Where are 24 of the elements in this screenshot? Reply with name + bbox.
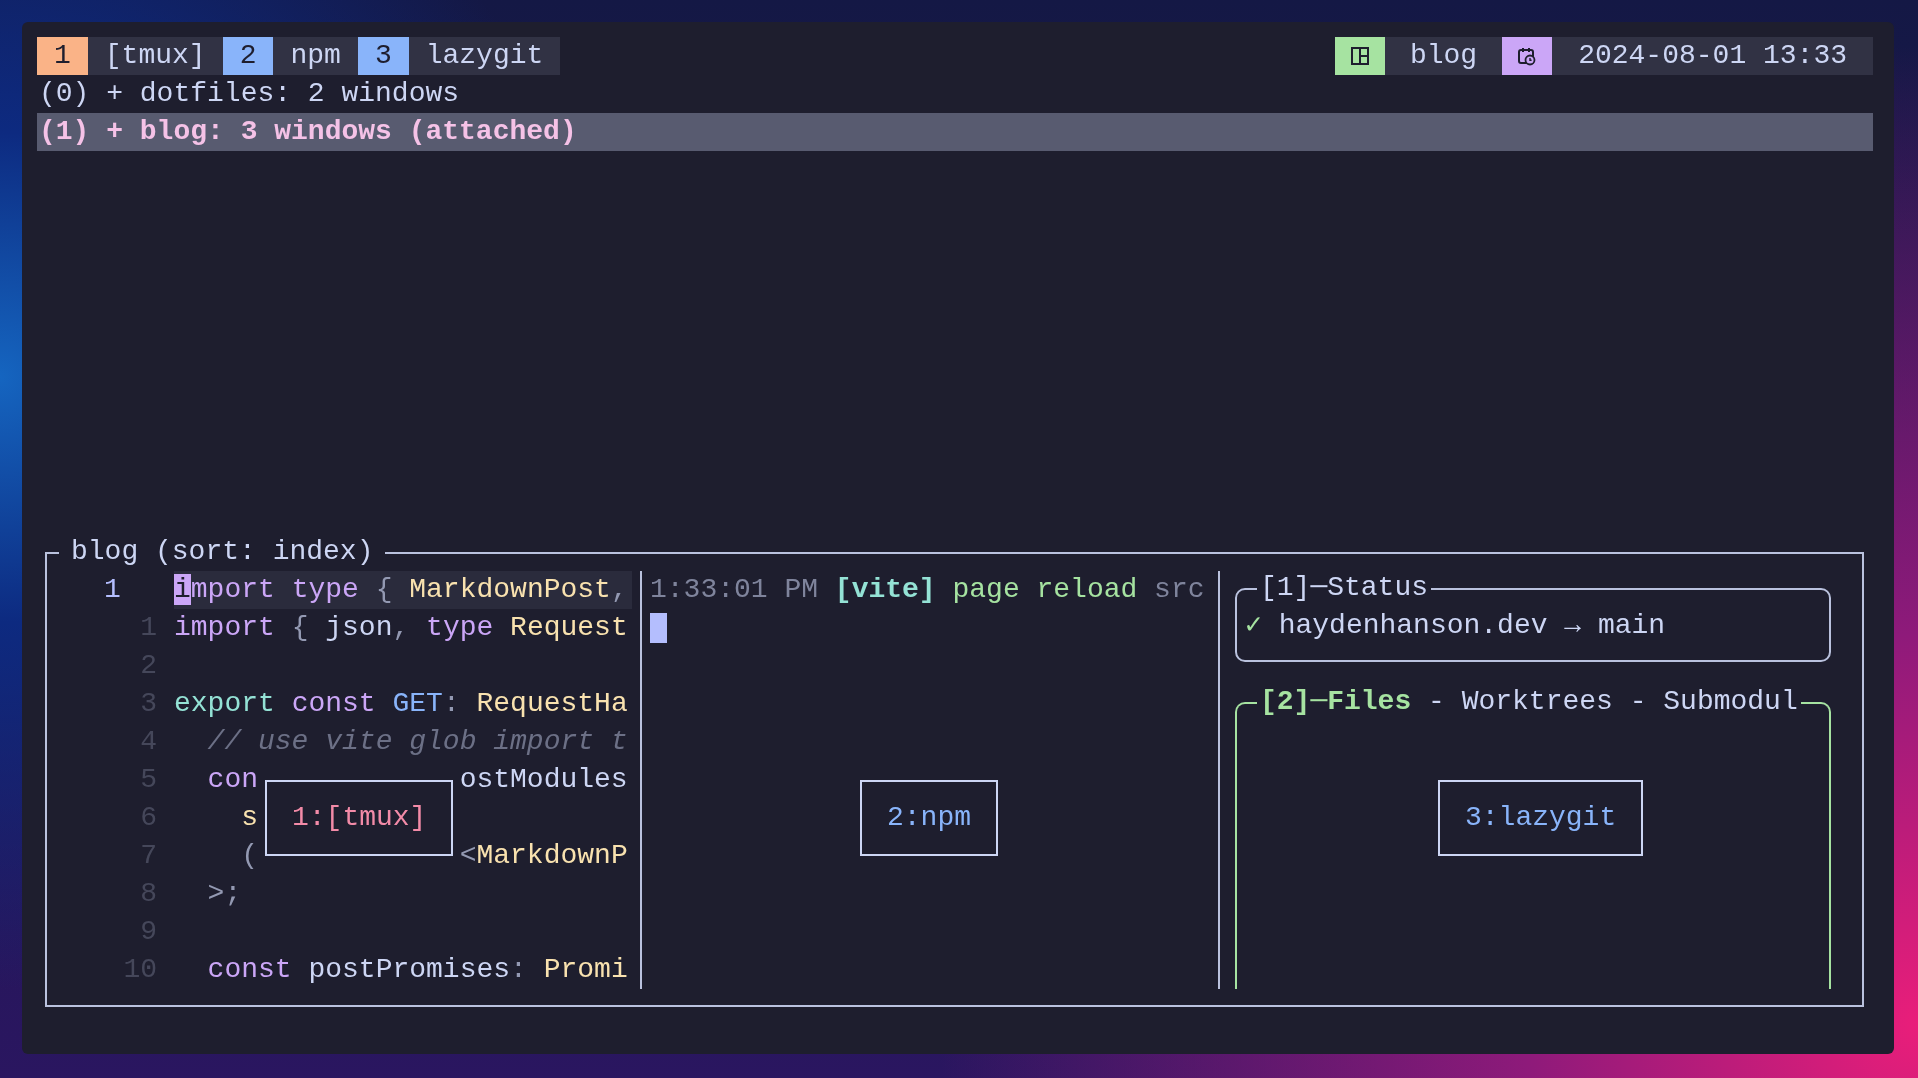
clock-text: 2024-08-01 13:33 xyxy=(1552,37,1873,75)
layout-icon xyxy=(1334,37,1385,75)
code-line: import { json, type Request xyxy=(174,611,628,645)
window-name[interactable]: npm xyxy=(273,37,358,75)
session-row[interactable]: (0) + dotfiles: 2 windows xyxy=(37,75,1873,113)
window-name[interactable]: lazygit xyxy=(408,37,561,75)
repo-status: ✓ haydenhanson.dev → main xyxy=(1245,609,1667,643)
session-row[interactable]: (1) + blog: 3 windows (attached) xyxy=(37,113,1873,151)
session-name: blog xyxy=(1384,37,1503,75)
pane-number-label: 2:npm xyxy=(860,780,998,856)
calendar-clock-icon xyxy=(1502,37,1553,75)
code-line: s xyxy=(240,801,258,835)
pane-number-label: 3:lazygit xyxy=(1438,780,1644,856)
window-number[interactable]: 1 xyxy=(37,37,88,75)
terminal-line: 1:33:01 PM [vite] page reload src xyxy=(650,573,1206,607)
code-line: // use vite glob import t xyxy=(206,725,628,759)
code-line: export const GET: RequestHa xyxy=(174,687,628,721)
code-line: const postPromises: Promi xyxy=(206,953,628,987)
window-name[interactable]: [tmux] xyxy=(87,37,223,75)
pane-number-label: 1:[tmux] xyxy=(265,780,454,856)
window-number[interactable]: 3 xyxy=(357,37,409,75)
window-number[interactable]: 2 xyxy=(222,37,274,75)
code-line: >; xyxy=(206,877,242,911)
line-number: 1 xyxy=(103,573,122,607)
